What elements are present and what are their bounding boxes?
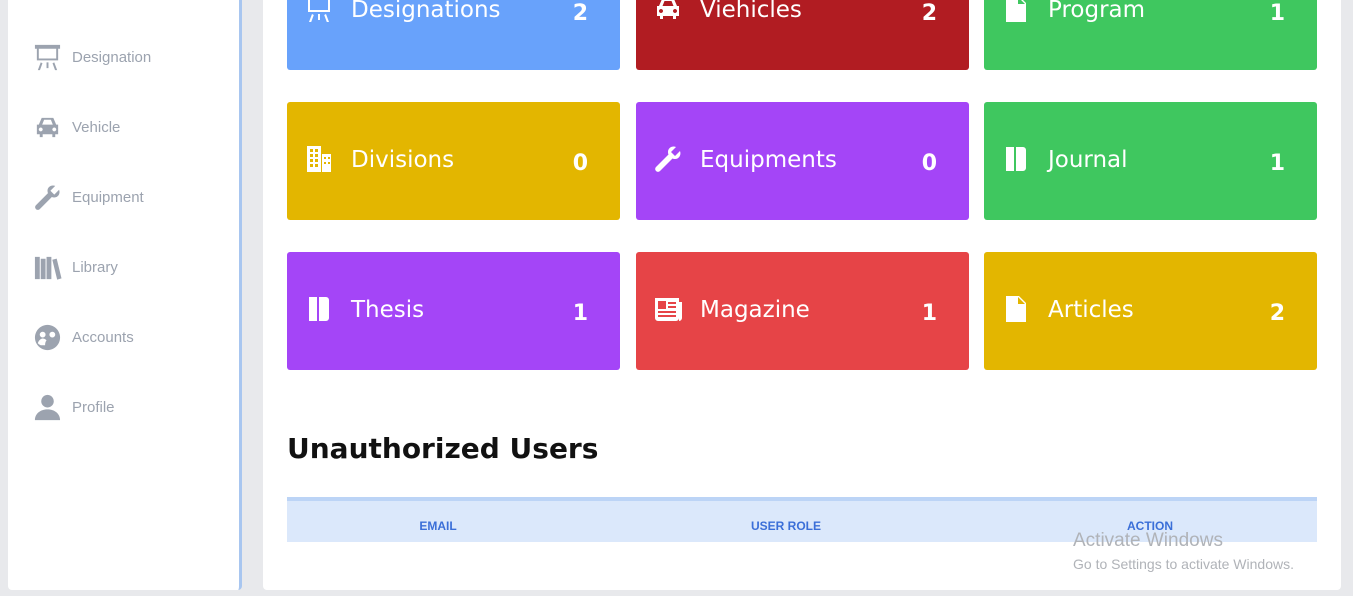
sidebar-item-vehicle[interactable]: Vehicle: [33, 107, 120, 147]
column-header-user-role[interactable]: USER ROLE: [751, 519, 821, 533]
journal-icon: [304, 294, 334, 324]
sidebar-item-accounts[interactable]: Accounts: [33, 317, 134, 357]
card-program[interactable]: Program 1: [984, 0, 1317, 70]
main-content: Designations 2 Viehicles 2 Program 1 Div…: [263, 0, 1341, 590]
card-label: Articles: [1048, 297, 1134, 323]
easel-icon: [304, 0, 334, 24]
sidebar: Designation Vehicle Equipment Library Ac…: [8, 0, 242, 590]
card-count: 2: [572, 1, 588, 26]
car-icon: [653, 0, 683, 24]
scrollbar[interactable]: [1346, 0, 1353, 596]
card-label: Viehicles: [700, 0, 802, 23]
newspaper-icon: [653, 294, 683, 324]
file-icon: [1001, 0, 1031, 24]
sidebar-item-library[interactable]: Library: [33, 247, 118, 287]
section-title: Unauthorized Users: [287, 432, 599, 465]
sidebar-item-profile[interactable]: Profile: [33, 387, 115, 427]
sidebar-item-equipment[interactable]: Equipment: [33, 177, 144, 217]
wrench-icon: [35, 184, 60, 210]
card-label: Thesis: [351, 297, 425, 323]
card-label: Designations: [351, 0, 501, 23]
easel-icon: [34, 44, 61, 70]
card-count: 0: [572, 151, 588, 176]
activate-windows-watermark: Activate Windows Go to Settings to activ…: [1073, 530, 1294, 572]
column-header-email[interactable]: EMAIL: [419, 519, 456, 533]
card-label: Program: [1048, 0, 1146, 23]
sidebar-item-designation[interactable]: Designation: [33, 37, 151, 77]
users-circle-icon: [34, 324, 61, 350]
watermark-subtitle: Go to Settings to activate Windows.: [1073, 556, 1294, 572]
file-icon: [1001, 294, 1031, 324]
card-equipments[interactable]: Equipments 0: [636, 102, 969, 220]
card-count: 1: [1269, 1, 1285, 26]
card-count: 2: [1269, 301, 1285, 326]
card-articles[interactable]: Articles 2: [984, 252, 1317, 370]
card-journal[interactable]: Journal 1: [984, 102, 1317, 220]
sidebar-item-label: Designation: [72, 48, 152, 66]
card-magazine[interactable]: Magazine 1: [636, 252, 969, 370]
sidebar-item-label: Library: [72, 258, 118, 276]
card-thesis[interactable]: Thesis 1: [287, 252, 620, 370]
car-icon: [36, 117, 59, 137]
card-vehicles[interactable]: Viehicles 2: [636, 0, 969, 70]
card-count: 2: [921, 1, 937, 26]
card-count: 1: [1269, 151, 1285, 176]
sidebar-item-label: Vehicle: [72, 118, 121, 136]
wrench-icon: [653, 144, 683, 174]
card-label: Magazine: [700, 297, 810, 323]
user-icon: [34, 394, 61, 420]
watermark-title: Activate Windows: [1073, 530, 1223, 551]
card-count: 0: [921, 151, 937, 176]
journal-icon: [1001, 144, 1031, 174]
books-icon: [34, 256, 62, 280]
card-divisions[interactable]: Divisions 0: [287, 102, 620, 220]
sidebar-item-label: Profile: [72, 398, 115, 416]
sidebar-item-label: Accounts: [72, 328, 134, 346]
card-label: Equipments: [700, 147, 837, 173]
building-icon: [304, 144, 334, 174]
card-label: Journal: [1048, 147, 1128, 173]
sidebar-item-label: Equipment: [72, 188, 144, 206]
card-count: 1: [921, 301, 937, 326]
card-designations[interactable]: Designations 2: [287, 0, 620, 70]
card-count: 1: [572, 301, 588, 326]
card-label: Divisions: [351, 147, 455, 173]
